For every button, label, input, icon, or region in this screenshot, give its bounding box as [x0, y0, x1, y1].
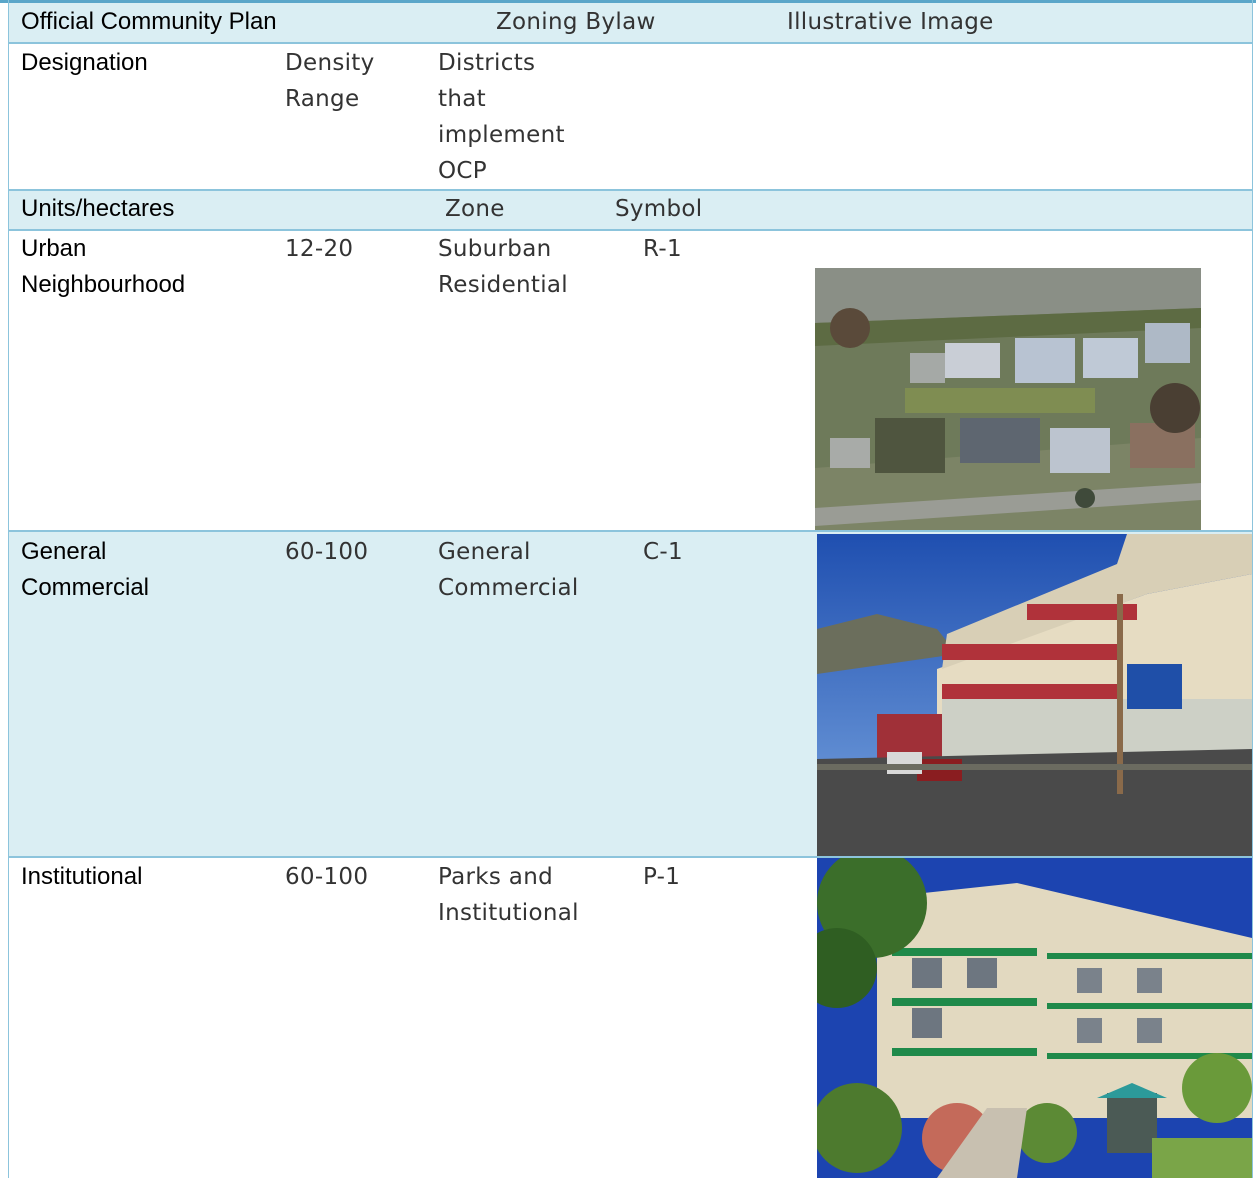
symbol-cell: R-1 [643, 236, 682, 262]
designation-cell: Neighbourhood [21, 271, 186, 298]
symbol-label: Symbol [615, 196, 703, 222]
header-ocp: Official Community Plan [21, 8, 277, 35]
header-zoning-bylaw: Zoning Bylaw [496, 9, 656, 35]
apartment-building-photo [817, 858, 1252, 1178]
subheader-designation: Designation [21, 49, 148, 76]
table-right-border [1252, 0, 1253, 1178]
zone-cell: Parks and [438, 864, 553, 890]
header-illustrative-image: Illustrative Image [787, 9, 994, 35]
subheader-density-2: Range [285, 86, 360, 112]
units-label: Units/hectares [21, 195, 175, 222]
subheader-districts-1: Districts [438, 50, 536, 76]
table-left-border [8, 0, 9, 1178]
zone-cell: General [438, 539, 531, 565]
density-cell: 60-100 [285, 864, 369, 890]
designation-cell: Institutional [21, 863, 143, 890]
symbol-cell: C-1 [643, 539, 683, 565]
aerial-residential-photo [815, 268, 1201, 530]
zone-cell: Commercial [438, 575, 579, 601]
subheader-districts-3: implement [438, 122, 565, 148]
zone-cell: Suburban [438, 236, 552, 262]
commercial-building-photo [817, 534, 1252, 856]
subheader-density-1: Density [285, 50, 375, 76]
density-cell: 60-100 [285, 539, 369, 565]
designation-cell: Urban [21, 235, 87, 262]
designation-cell: General [21, 538, 107, 565]
symbol-cell: P-1 [643, 864, 681, 890]
density-cell: 12-20 [285, 236, 354, 262]
designation-cell: Commercial [21, 574, 150, 601]
ocp-zoning-table: Official Community Plan Zoning Bylaw Ill… [0, 0, 1256, 1178]
zone-cell: Residential [438, 272, 568, 298]
subheader-districts-2: that [438, 86, 486, 112]
zone-cell: Institutional [438, 900, 579, 926]
subheader-districts-4: OCP [438, 158, 487, 184]
rule [9, 42, 1252, 44]
zone-label: Zone [445, 196, 505, 222]
rule [9, 229, 1252, 231]
